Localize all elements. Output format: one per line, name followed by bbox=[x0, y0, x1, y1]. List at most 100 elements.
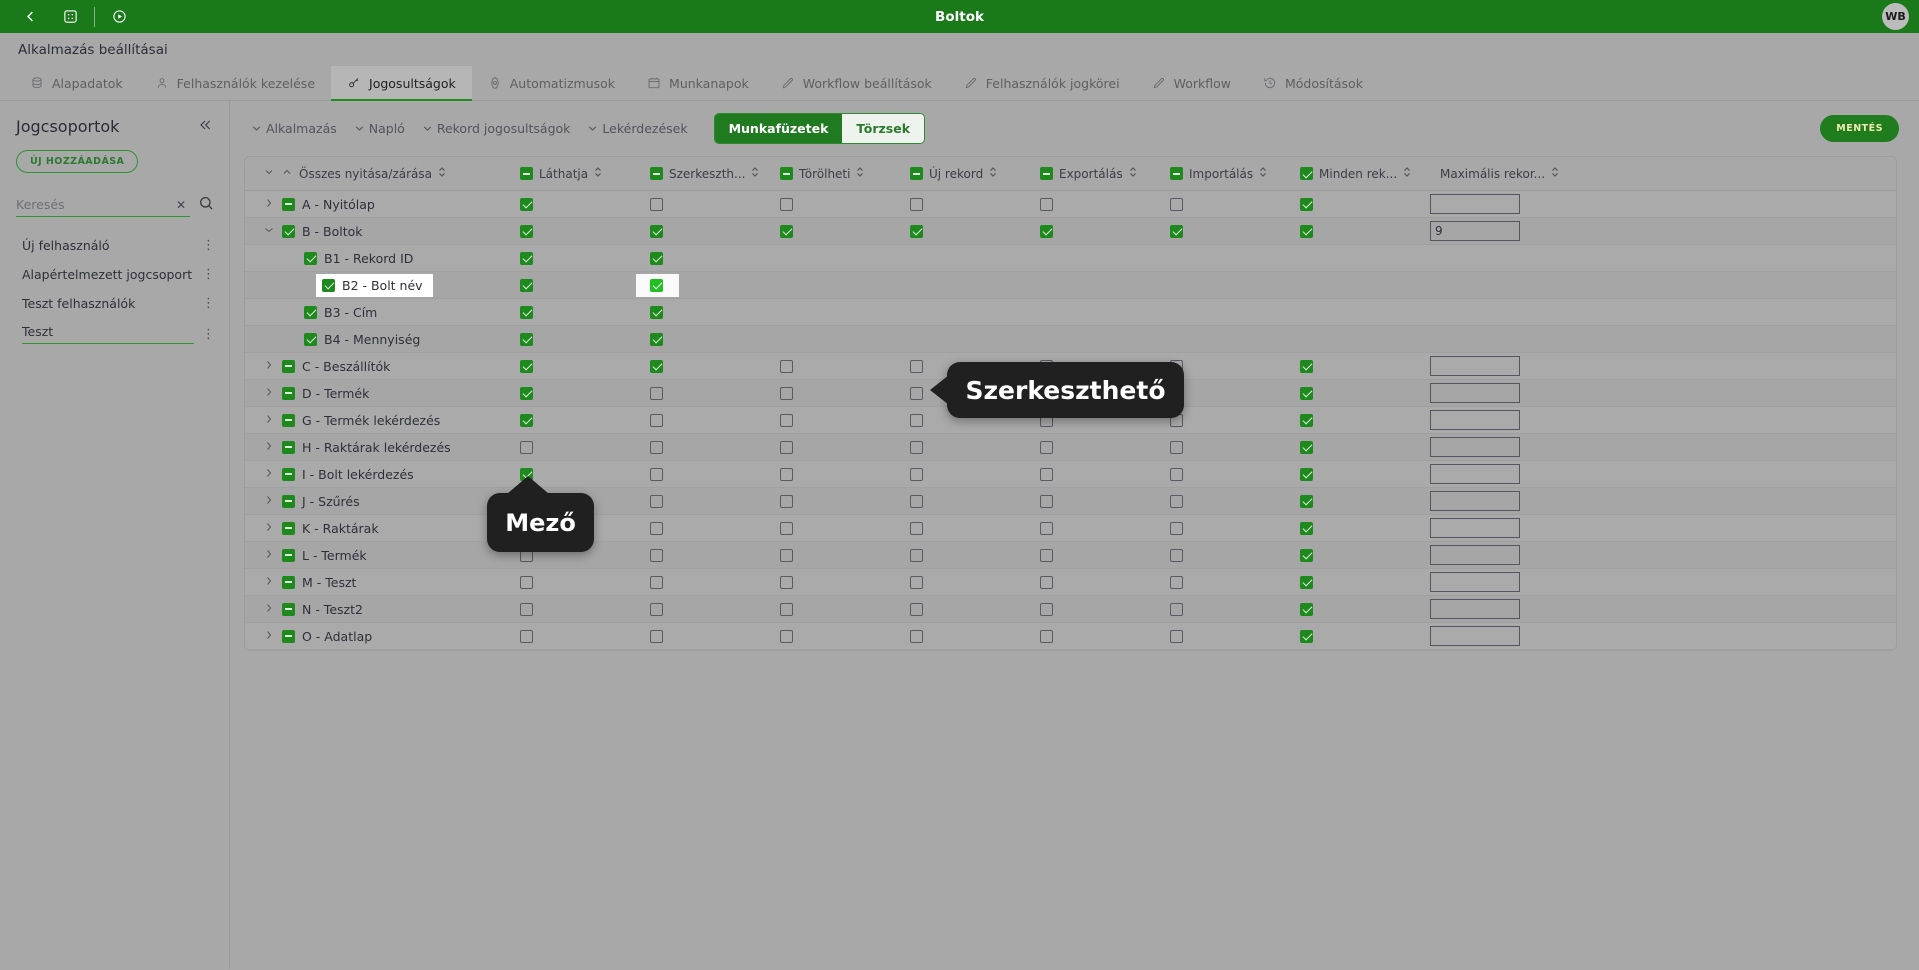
permission-cell[interactable] bbox=[910, 298, 1040, 326]
column-toggle-checkbox[interactable] bbox=[780, 167, 793, 180]
permission-checkbox[interactable] bbox=[780, 440, 793, 454]
permission-cell[interactable] bbox=[1170, 352, 1300, 380]
row-name-cell[interactable]: N - Teszt2 bbox=[245, 595, 520, 623]
permission-cell[interactable] bbox=[520, 244, 650, 272]
permission-checkbox[interactable] bbox=[1170, 629, 1183, 643]
permission-checkbox[interactable] bbox=[650, 305, 663, 319]
permission-cell[interactable] bbox=[1170, 406, 1300, 434]
row-name-cell[interactable]: H - Raktárak lekérdezés bbox=[245, 433, 520, 461]
permission-cell[interactable] bbox=[650, 514, 780, 542]
permission-checkbox[interactable] bbox=[520, 224, 533, 238]
expand-row-icon[interactable] bbox=[263, 467, 275, 482]
permission-checkbox[interactable] bbox=[1040, 224, 1053, 238]
permission-cell[interactable] bbox=[520, 325, 650, 353]
permission-cell[interactable] bbox=[780, 298, 910, 326]
permission-checkbox[interactable] bbox=[520, 602, 533, 616]
row-node-checkbox[interactable] bbox=[282, 494, 295, 508]
expand-row-icon[interactable] bbox=[263, 575, 275, 590]
permission-checkbox[interactable] bbox=[910, 548, 923, 562]
permission-cell[interactable] bbox=[1300, 190, 1428, 218]
max-record-cell[interactable] bbox=[1428, 217, 1896, 245]
row-node-checkbox[interactable] bbox=[282, 386, 295, 400]
permission-checkbox[interactable] bbox=[1300, 197, 1313, 211]
permission-cell[interactable] bbox=[1300, 595, 1428, 623]
apps-grid-button[interactable] bbox=[50, 0, 90, 33]
permission-cell[interactable] bbox=[1040, 487, 1170, 515]
permission-cell[interactable] bbox=[1170, 217, 1300, 245]
permission-checkbox[interactable] bbox=[1040, 521, 1053, 535]
permission-cell[interactable] bbox=[1300, 622, 1428, 650]
permission-checkbox[interactable] bbox=[650, 359, 663, 373]
row-name-cell[interactable]: B2 - Bolt név bbox=[245, 271, 520, 299]
tab-alapadatok[interactable]: Alapadatok bbox=[14, 66, 139, 100]
permission-cell[interactable] bbox=[1040, 595, 1170, 623]
permission-checkbox[interactable] bbox=[1170, 467, 1183, 481]
permission-cell[interactable] bbox=[910, 622, 1040, 650]
sort-icon[interactable] bbox=[438, 166, 446, 181]
row-node-checkbox[interactable] bbox=[282, 602, 295, 616]
expand-row-icon[interactable] bbox=[263, 386, 275, 401]
permission-checkbox[interactable] bbox=[650, 197, 663, 211]
max-record-cell[interactable] bbox=[1428, 595, 1896, 623]
permission-cell[interactable] bbox=[1170, 460, 1300, 488]
permission-cell[interactable] bbox=[520, 622, 650, 650]
expand-row-icon[interactable] bbox=[263, 359, 275, 374]
permission-cell[interactable] bbox=[910, 541, 1040, 569]
permission-cell[interactable] bbox=[910, 487, 1040, 515]
column-header[interactable]: Láthatja bbox=[520, 157, 650, 191]
collapse-all-icon[interactable] bbox=[281, 166, 293, 181]
table-row[interactable]: N - Teszt2 bbox=[245, 595, 1896, 623]
permission-cell[interactable] bbox=[910, 460, 1040, 488]
permission-cell[interactable] bbox=[1170, 487, 1300, 515]
permission-cell[interactable] bbox=[1300, 325, 1428, 353]
permission-cell[interactable] bbox=[1300, 298, 1428, 326]
permission-cell[interactable] bbox=[780, 244, 910, 272]
row-name-cell[interactable]: B - Boltok bbox=[245, 217, 520, 245]
permission-cell[interactable] bbox=[1300, 514, 1428, 542]
max-record-input[interactable] bbox=[1430, 572, 1520, 592]
permission-cell[interactable] bbox=[910, 190, 1040, 218]
permission-checkbox[interactable] bbox=[1300, 521, 1313, 535]
tab-automatizmusok[interactable]: Automatizmusok bbox=[472, 66, 631, 100]
column-header[interactable]: Új rekord bbox=[910, 157, 1040, 191]
column-toggle-checkbox[interactable] bbox=[1040, 167, 1053, 180]
permission-checkbox[interactable] bbox=[520, 278, 533, 292]
permission-cell[interactable] bbox=[910, 595, 1040, 623]
permission-cell[interactable] bbox=[1040, 217, 1170, 245]
permission-checkbox[interactable] bbox=[650, 494, 663, 508]
permission-cell[interactable] bbox=[1300, 271, 1428, 299]
permission-cell[interactable] bbox=[780, 352, 910, 380]
row-node-checkbox[interactable] bbox=[282, 197, 295, 211]
permission-checkbox[interactable] bbox=[1040, 197, 1053, 211]
permission-checkbox[interactable] bbox=[780, 494, 793, 508]
max-record-input[interactable] bbox=[1430, 491, 1520, 511]
permission-cell[interactable] bbox=[650, 541, 780, 569]
max-record-cell[interactable] bbox=[1428, 541, 1896, 569]
tab-felhaszn-l-k-jogk-rei[interactable]: Felhasználók jogkörei bbox=[948, 66, 1136, 100]
sort-icon[interactable] bbox=[1551, 166, 1559, 181]
permission-cell[interactable] bbox=[1040, 271, 1170, 299]
permission-checkbox[interactable] bbox=[650, 467, 663, 481]
group-name-input[interactable] bbox=[22, 324, 194, 344]
row-node-checkbox[interactable] bbox=[322, 278, 335, 292]
permission-checkbox[interactable] bbox=[910, 386, 923, 400]
permission-checkbox[interactable] bbox=[520, 197, 533, 211]
column-header[interactable]: Szerkeszth... bbox=[650, 157, 780, 191]
max-record-input[interactable] bbox=[1430, 437, 1520, 457]
permission-checkbox[interactable] bbox=[650, 413, 663, 427]
permission-checkbox[interactable] bbox=[780, 575, 793, 589]
filter-chip-lek-rdez-sek[interactable]: Lekérdezések bbox=[582, 117, 699, 140]
row-node-checkbox[interactable] bbox=[282, 629, 295, 643]
table-row[interactable]: H - Raktárak lekérdezés bbox=[245, 433, 1896, 461]
sort-icon[interactable] bbox=[751, 166, 759, 181]
permission-checkbox[interactable] bbox=[520, 440, 533, 454]
max-record-cell[interactable] bbox=[1428, 622, 1896, 650]
permission-cell[interactable] bbox=[910, 325, 1040, 353]
permission-cell[interactable] bbox=[1040, 190, 1170, 218]
permission-cell[interactable] bbox=[780, 487, 910, 515]
permission-checkbox[interactable] bbox=[520, 251, 533, 265]
permission-checkbox[interactable] bbox=[650, 440, 663, 454]
permission-checkbox[interactable] bbox=[780, 521, 793, 535]
expand-row-icon[interactable] bbox=[263, 197, 275, 212]
permission-cell[interactable] bbox=[650, 190, 780, 218]
